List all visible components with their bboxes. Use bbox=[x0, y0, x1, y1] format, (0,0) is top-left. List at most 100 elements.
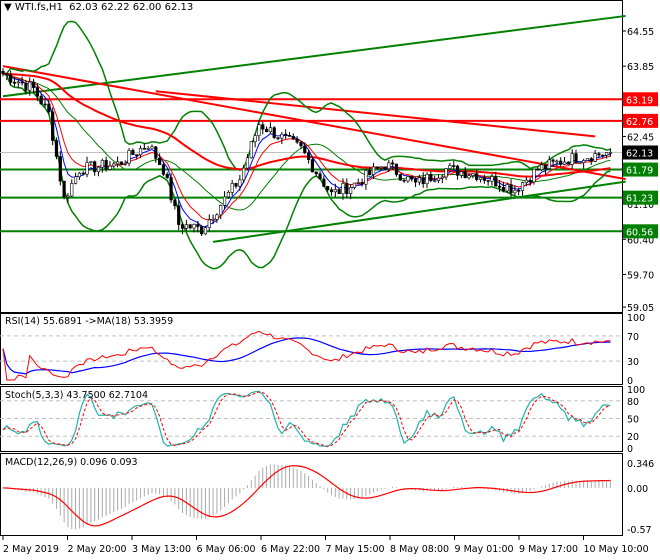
candle-body bbox=[70, 183, 74, 197]
candle-body bbox=[578, 162, 582, 164]
candle-body bbox=[593, 153, 597, 162]
candle-body bbox=[341, 183, 345, 195]
candle-body bbox=[417, 177, 421, 183]
candle-body bbox=[532, 168, 536, 183]
candle-body bbox=[379, 166, 383, 169]
candle-body bbox=[119, 161, 124, 165]
candle-body bbox=[337, 189, 341, 195]
candle-body bbox=[28, 81, 32, 91]
candle-body bbox=[1, 70, 5, 75]
candle-body bbox=[356, 182, 360, 184]
candle-body bbox=[188, 224, 192, 229]
candle-body bbox=[180, 224, 185, 229]
candle-body bbox=[566, 161, 570, 165]
chart-canvas[interactable]: 64.5563.8562.4561.1060.4059.7059.0563.19… bbox=[0, 0, 660, 560]
stoch-tick-label: 50 bbox=[627, 415, 639, 426]
candle-body bbox=[158, 158, 162, 165]
candle-body bbox=[161, 164, 166, 175]
candle-body bbox=[421, 177, 425, 185]
candle-body bbox=[116, 161, 120, 165]
candle-body bbox=[245, 157, 250, 169]
chart-window[interactable]: 64.55 63.85 62.45 61.10 60.40 59.70 59.05 63.19… bbox=[0, 0, 660, 560]
candle-body bbox=[574, 153, 578, 164]
macd-title: MACD(12,26,9) 0.096 0.093 bbox=[5, 457, 138, 468]
candle-body bbox=[547, 159, 551, 169]
candle-body bbox=[211, 219, 215, 221]
candle-body bbox=[299, 141, 303, 147]
candle-body bbox=[131, 150, 135, 155]
candle-body bbox=[150, 146, 154, 149]
candle-body bbox=[100, 160, 104, 168]
time-tick-label: 2 May 2019 bbox=[3, 544, 59, 555]
candle-body bbox=[398, 174, 402, 181]
candle-body bbox=[448, 165, 452, 169]
candle-body bbox=[51, 111, 55, 141]
candle-body bbox=[425, 174, 429, 185]
rsi-tick-label: 100 bbox=[627, 313, 645, 324]
candle-body bbox=[326, 186, 330, 191]
candle-body bbox=[20, 81, 24, 84]
candle-body bbox=[96, 166, 101, 173]
level-price-label: 61.23 bbox=[626, 194, 653, 205]
candle-body bbox=[39, 95, 43, 105]
price-tick-label: 64.55 bbox=[627, 27, 654, 38]
candle-body bbox=[360, 182, 364, 185]
candle-body bbox=[89, 161, 93, 163]
candle-body bbox=[280, 133, 284, 139]
rsi-tick-label: 70 bbox=[627, 332, 639, 343]
candle-body bbox=[482, 177, 486, 181]
candle-body bbox=[509, 184, 513, 194]
candle-body bbox=[467, 175, 471, 179]
time-tick-label: 9 May 17:00 bbox=[519, 544, 578, 555]
candle-body bbox=[200, 226, 204, 235]
candle-body bbox=[77, 172, 81, 178]
candle-body bbox=[314, 171, 318, 175]
candle-body bbox=[127, 150, 131, 164]
candle-body bbox=[196, 224, 200, 227]
candle-body bbox=[303, 145, 307, 154]
candle-body bbox=[582, 160, 586, 163]
candle-body bbox=[310, 159, 315, 173]
candle-body bbox=[463, 171, 467, 179]
candle-body bbox=[383, 166, 387, 170]
candle-body bbox=[81, 172, 85, 175]
ohlc-readout: 62.03 62.22 62.00 62.13 bbox=[69, 2, 194, 13]
macd-tick-label: -0.57 bbox=[627, 525, 652, 536]
time-tick-label: 6 May 22:00 bbox=[261, 544, 320, 555]
candle-body bbox=[589, 158, 593, 162]
candle-body bbox=[16, 81, 20, 84]
candle-body bbox=[207, 219, 211, 229]
candle-body bbox=[455, 165, 460, 176]
candle-body bbox=[608, 152, 612, 154]
candle-body bbox=[142, 148, 146, 150]
candle-body bbox=[138, 148, 143, 156]
macd-signal-line bbox=[2, 465, 611, 527]
macd-tick-label: 0.00 bbox=[627, 484, 648, 495]
candle-body bbox=[257, 124, 261, 136]
candle-body bbox=[497, 185, 502, 188]
candle-body bbox=[371, 166, 376, 175]
candle-body bbox=[43, 103, 47, 106]
candle-body bbox=[238, 179, 242, 187]
candle-body bbox=[35, 87, 39, 97]
candle-body bbox=[154, 146, 158, 159]
candle-body bbox=[242, 167, 246, 181]
candle-body bbox=[478, 177, 483, 180]
stoch-tick-label: 20 bbox=[627, 432, 639, 443]
candle-body bbox=[536, 168, 540, 171]
candle-body bbox=[329, 189, 334, 193]
time-tick-label: 2 May 20:00 bbox=[68, 544, 127, 555]
candle-body bbox=[402, 179, 406, 182]
candle-body bbox=[406, 176, 410, 182]
dropdown-triangle-icon[interactable]: ▼ bbox=[4, 2, 12, 13]
chart-header: ▼ WTI.fs,H1 62.03 62.22 62.00 62.13 bbox=[4, 2, 193, 13]
candle-body bbox=[349, 187, 353, 194]
time-tick-label: 10 May 10:00 bbox=[584, 544, 649, 555]
candle-body bbox=[513, 190, 517, 194]
candle-body bbox=[471, 173, 475, 176]
candle-body bbox=[192, 224, 196, 229]
fast-ma-blue bbox=[2, 73, 611, 228]
candle-body bbox=[165, 174, 169, 178]
candle-body bbox=[601, 154, 605, 157]
candle-body bbox=[264, 128, 269, 133]
